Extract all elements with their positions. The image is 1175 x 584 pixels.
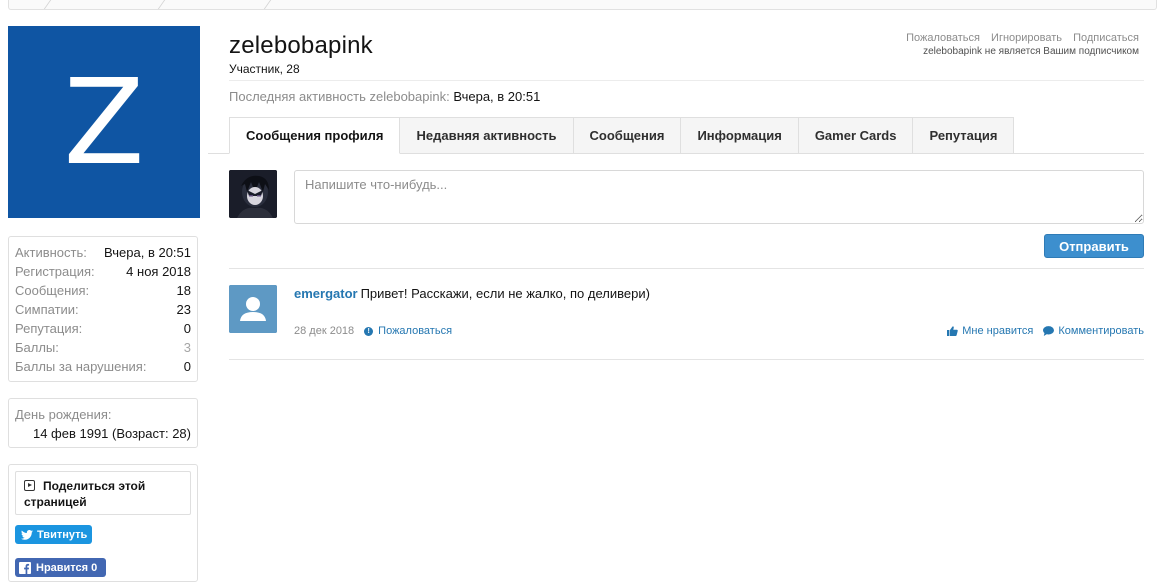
share-title: Поделиться этой страницей [24, 479, 146, 509]
stat-value: 0 [183, 321, 191, 336]
tweet-button[interactable]: Твитнуть [15, 525, 92, 544]
tab-profile-posts[interactable]: Сообщения профиля [229, 117, 401, 154]
header-divider [229, 80, 1144, 81]
submit-post-button[interactable]: Отправить [1044, 234, 1144, 258]
stat-label: Регистрация: [15, 264, 95, 279]
breadcrumb-separator [263, 0, 272, 9]
message-date[interactable]: 28 дек 2018 [294, 325, 354, 337]
breadcrumb-separator [157, 0, 166, 9]
stat-row: Баллы: 3 [15, 338, 191, 357]
stat-label: Сообщения: [15, 283, 90, 298]
thumbs-up-icon [947, 326, 959, 336]
birthday-block: День рождения: 14 фев 1991 (Возраст: 28) [8, 398, 198, 448]
profile-avatar[interactable]: Z [8, 26, 200, 218]
tweet-label: Твитнуть [37, 528, 88, 541]
stat-row: Активность: Вчера, в 20:51 [15, 243, 191, 262]
message-text: Привет! Расскажи, если не жалко, по дели… [360, 286, 650, 301]
stat-row: Сообщения: 18 [15, 281, 191, 300]
like-label: Нравится 0 [36, 561, 98, 574]
profile-actions: Пожаловаться Игнорировать Подписаться ze… [898, 32, 1139, 57]
message-body: emergator Привет! Расскажи, если не жалко… [294, 286, 650, 301]
report-label: Пожаловаться [378, 325, 453, 337]
stat-row: Регистрация: 4 ноя 2018 [15, 262, 191, 281]
share-icon [24, 480, 35, 491]
stat-label: Баллы: [15, 340, 59, 355]
like-label: Мне нравится [962, 325, 1034, 337]
stat-row: Баллы за нарушения: 0 [15, 357, 191, 376]
comment-label: Комментировать [1058, 325, 1144, 337]
breadcrumb [8, 0, 1157, 10]
like-message-link[interactable]: Мне нравится [947, 325, 1033, 337]
last-activity: Последняя активность zelebobapink: Вчера… [229, 89, 540, 104]
report-user-link[interactable]: Пожаловаться [906, 32, 980, 44]
stat-value-link[interactable]: 18 [177, 281, 191, 300]
message-actions: Мне нравится Комментировать [937, 325, 1144, 337]
tab-messages[interactable]: Сообщения [573, 117, 682, 154]
current-user-avatar[interactable] [229, 170, 277, 218]
comment-icon [1043, 326, 1055, 336]
facebook-like-button[interactable]: Нравится 0 [15, 558, 106, 577]
divider [229, 268, 1144, 269]
message-author-avatar[interactable] [229, 285, 277, 333]
profile-tabs: Сообщения профиля Недавняя активность Со… [229, 117, 1015, 154]
stat-label: Репутация: [15, 321, 83, 336]
profile-post-input[interactable] [294, 170, 1144, 224]
user-title: Участник, 28 [229, 62, 300, 76]
last-activity-label: Последняя активность zelebobapink: [229, 89, 450, 104]
facebook-icon [19, 561, 31, 574]
comment-message-link[interactable]: Комментировать [1043, 325, 1144, 337]
share-heading: Поделиться этой страницей [15, 471, 191, 515]
share-block: Поделиться этой страницей Твитнуть Нрави… [8, 464, 198, 582]
report-message-link[interactable]: ! Пожаловаться [364, 325, 452, 337]
stat-label: Симпатии: [15, 302, 79, 317]
twitter-icon [21, 529, 33, 540]
last-activity-value: Вчера, в 20:51 [453, 89, 541, 104]
stat-value: Вчера, в 20:51 [104, 245, 191, 260]
tab-recent-activity[interactable]: Недавняя активность [400, 117, 574, 154]
info-icon: ! [364, 326, 374, 336]
stat-value: 4 ноя 2018 [126, 264, 191, 279]
stat-value: 0 [183, 359, 191, 374]
default-user-icon [229, 285, 277, 333]
user-photo-icon [229, 170, 277, 218]
stat-row: Репутация: 0 [15, 319, 191, 338]
ignore-user-link[interactable]: Игнорировать [991, 32, 1062, 44]
page-title: zelebobapink [229, 32, 373, 59]
profile-stats: Активность: Вчера, в 20:51 Регистрация: 4 … [8, 236, 198, 382]
follow-status: zelebobapink не является Вашим подписчик… [923, 46, 1139, 57]
tab-information[interactable]: Информация [681, 117, 799, 154]
stat-label: Баллы за нарушения: [15, 359, 147, 374]
stat-value-link[interactable]: 3 [184, 338, 191, 357]
stat-value: 23 [176, 302, 191, 317]
stat-row: Симпатии: 23 [15, 300, 191, 319]
breadcrumb-separator [43, 0, 52, 9]
avatar-letter: Z [63, 53, 145, 191]
follow-user-link[interactable]: Подписаться [1073, 32, 1139, 44]
message-meta: 28 дек 2018 ! Пожаловаться [294, 325, 452, 337]
stat-label: Активность: [15, 245, 87, 260]
tab-reputation[interactable]: Репутация [913, 117, 1015, 154]
divider [229, 359, 1144, 360]
tab-gamer-cards[interactable]: Gamer Cards [798, 117, 914, 154]
message-author-link[interactable]: emergator [294, 286, 358, 301]
birthday-value: 14 фев 1991 (Возраст: 28) [32, 426, 191, 441]
birthday-label: День рождения: [15, 407, 112, 422]
